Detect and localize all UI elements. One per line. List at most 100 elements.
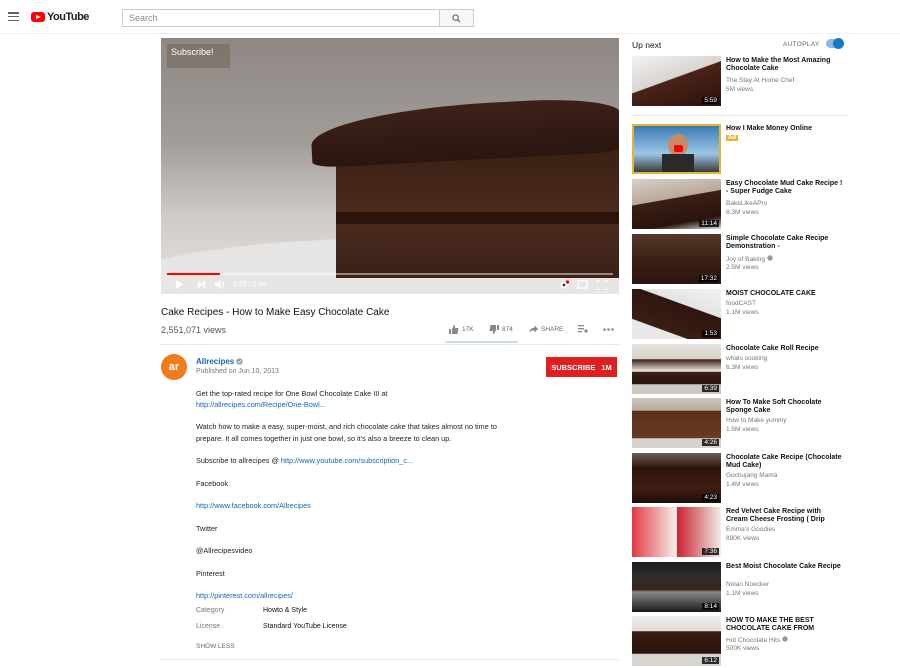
twitter-handle: @Allrecipesvideo bbox=[196, 546, 253, 555]
ad-video[interactable]: How I Make Money Online Ad bbox=[632, 124, 847, 174]
like-count: 17K bbox=[462, 326, 474, 333]
video-thumbnail[interactable]: 5:59 bbox=[632, 56, 721, 106]
category-value[interactable]: Howto & Style bbox=[263, 607, 307, 614]
video-player[interactable]: Subscribe! 0:20 / 2:48 bbox=[161, 38, 619, 294]
recommended-channel: Nolan Noecker bbox=[726, 581, 769, 588]
like-ratio-bar bbox=[445, 341, 518, 343]
video-thumbnail[interactable]: 6:12 bbox=[632, 616, 721, 666]
recommended-title[interactable]: How to Make the Most Amazing Chocolate C… bbox=[726, 57, 844, 73]
video-duration: 17:32 bbox=[698, 275, 719, 282]
theater-mode-icon[interactable] bbox=[577, 280, 588, 289]
recommended-video[interactable]: 6:39 Chocolate Cake Roll Recipe whats co… bbox=[632, 344, 847, 394]
cake-bottom-layer bbox=[336, 222, 619, 278]
video-thumbnail[interactable]: 6:39 bbox=[632, 344, 721, 394]
video-thumbnail[interactable]: 1:53 bbox=[632, 289, 721, 339]
recommended-title[interactable]: HOW TO MAKE THE BEST CHOCOLATE CAKE FROM bbox=[726, 617, 844, 633]
recommended-title[interactable]: How I Make Money Online bbox=[726, 125, 844, 133]
recommended-views: 1.1M views bbox=[726, 590, 759, 597]
share-icon bbox=[529, 325, 538, 333]
volume-icon[interactable] bbox=[215, 280, 226, 289]
recommended-channel: foodCAST bbox=[726, 300, 756, 307]
recommended-views: 1.4M views bbox=[726, 481, 759, 488]
recommended-title[interactable]: Chocolate Cake Recipe (Chocolate Mud Cak… bbox=[726, 454, 844, 470]
subscriber-count: 1M bbox=[601, 362, 612, 372]
subscribe-line: Subscribe to allrecipes @ http://www.you… bbox=[196, 456, 413, 465]
twitter-label: Twitter bbox=[196, 524, 218, 533]
recommended-video[interactable]: 1:53 MOIST CHOCOLATE CAKE foodCAST 1.1M … bbox=[632, 289, 847, 339]
share-button[interactable]: SHARE bbox=[529, 325, 563, 333]
video-thumbnail[interactable]: 4:26 bbox=[632, 398, 721, 448]
search-icon bbox=[452, 13, 461, 23]
recommended-video[interactable]: 4:23 Chocolate Cake Recipe (Chocolate Mu… bbox=[632, 453, 847, 503]
recommended-title[interactable]: Best Moist Chocolate Cake Recipe bbox=[726, 563, 844, 571]
like-button[interactable]: 17K bbox=[449, 325, 474, 334]
recommended-video[interactable]: 7:36 Red Velvet Cake Recipe with Cream C… bbox=[632, 507, 847, 557]
search-button[interactable] bbox=[439, 9, 474, 27]
video-duration: 4:26 bbox=[702, 439, 719, 446]
recommended-views: 1.5M views bbox=[726, 426, 759, 433]
verified-icon bbox=[767, 255, 773, 261]
facebook-label: Facebook bbox=[196, 479, 229, 488]
divider bbox=[632, 115, 847, 116]
recommended-title[interactable]: Chocolate Cake Roll Recipe bbox=[726, 345, 844, 353]
description-line: Get the top-rated recipe for One Bowl Ch… bbox=[196, 389, 388, 398]
settings-icon[interactable] bbox=[559, 280, 569, 290]
pinterest-link[interactable]: http://pinterest.com/allrecipes/ bbox=[196, 591, 293, 600]
divider bbox=[161, 659, 619, 660]
recommended-video[interactable]: 11:14 Easy Chocolate Mud Cake Recipe ! -… bbox=[632, 179, 847, 229]
video-duration: 5:59 bbox=[702, 97, 719, 104]
video-duration: 1:53 bbox=[702, 330, 719, 337]
video-thumbnail[interactable]: 17:32 bbox=[632, 234, 721, 284]
video-thumbnail[interactable] bbox=[632, 124, 721, 174]
video-thumbnail[interactable]: 8:14 bbox=[632, 562, 721, 612]
video-duration: 8:14 bbox=[702, 603, 719, 610]
next-icon[interactable] bbox=[197, 280, 206, 289]
menu-icon[interactable] bbox=[8, 12, 19, 21]
progress-bar[interactable] bbox=[167, 273, 613, 275]
recommended-video[interactable]: 8:14 Best Moist Chocolate Cake Recipe No… bbox=[632, 562, 847, 612]
thumbs-down-icon bbox=[489, 325, 499, 334]
divider bbox=[161, 344, 619, 345]
description-link[interactable]: http://allrecipes.com/Recipe/One-Bowl... bbox=[196, 400, 326, 409]
video-thumbnail[interactable]: 11:14 bbox=[632, 179, 721, 229]
play-icon[interactable] bbox=[175, 280, 184, 289]
autoplay-toggle[interactable] bbox=[826, 38, 844, 49]
recommended-video[interactable]: 6:12 HOW TO MAKE THE BEST CHOCOLATE CAKE… bbox=[632, 616, 847, 666]
subscribe-annotation[interactable]: Subscribe! bbox=[167, 44, 230, 68]
logo-text: YouTube bbox=[47, 11, 89, 23]
channel-avatar[interactable]: ar bbox=[161, 354, 187, 380]
video-duration: 7:36 bbox=[702, 548, 719, 555]
channel-name-text[interactable]: Allrecipes bbox=[196, 357, 234, 366]
recommended-video[interactable]: 5:59 How to Make the Most Amazing Chocol… bbox=[632, 56, 847, 106]
recommended-title[interactable]: Easy Chocolate Mud Cake Recipe ! - Super… bbox=[726, 180, 844, 196]
show-less-button[interactable]: SHOW LESS bbox=[196, 643, 235, 650]
recommended-title[interactable]: MOIST CHOCOLATE CAKE bbox=[726, 290, 844, 298]
recommended-title[interactable]: How To Make Soft Chocolate Sponge Cake bbox=[726, 399, 844, 415]
subscribe-button[interactable]: SUBSCRIBE 1M bbox=[546, 357, 617, 377]
progress-fill bbox=[167, 273, 221, 275]
dislike-button[interactable]: 874 bbox=[489, 325, 513, 334]
youtube-logo[interactable]: YouTube bbox=[31, 11, 89, 23]
up-next-heading: Up next bbox=[632, 40, 662, 50]
search-input[interactable]: Search bbox=[122, 9, 440, 27]
video-thumbnail[interactable]: 7:36 bbox=[632, 507, 721, 557]
fullscreen-icon[interactable] bbox=[597, 280, 607, 290]
subscribe-link[interactable]: http://www.youtube.com/subscription_c... bbox=[281, 456, 413, 465]
more-actions-icon[interactable] bbox=[603, 328, 614, 331]
video-duration: 4:23 bbox=[702, 494, 719, 501]
recommended-video[interactable]: 4:26 How To Make Soft Chocolate Sponge C… bbox=[632, 398, 847, 448]
recommended-title[interactable]: Red Velvet Cake Recipe with Cream Cheese… bbox=[726, 508, 844, 524]
video-thumbnail[interactable]: 4:23 bbox=[632, 453, 721, 503]
channel-text: Hot Chocolate Hits bbox=[726, 637, 781, 644]
thumbs-up-icon bbox=[449, 325, 459, 334]
verified-icon bbox=[782, 636, 788, 642]
channel-name[interactable]: Allrecipes bbox=[196, 357, 244, 366]
video-title: Cake Recipes - How to Make Easy Chocolat… bbox=[161, 307, 390, 318]
add-to-playlist-icon[interactable] bbox=[578, 325, 588, 333]
recommended-title[interactable]: Simple Chocolate Cake Recipe Demonstrati… bbox=[726, 235, 844, 251]
video-duration: 6:12 bbox=[702, 657, 719, 664]
recommended-views: 500K views bbox=[726, 645, 760, 652]
recommended-video[interactable]: 17:32 Simple Chocolate Cake Recipe Demon… bbox=[632, 234, 847, 284]
license-value: Standard YouTube License bbox=[263, 623, 347, 630]
facebook-link[interactable]: http://www.facebook.com/Allrecipes bbox=[196, 501, 311, 510]
